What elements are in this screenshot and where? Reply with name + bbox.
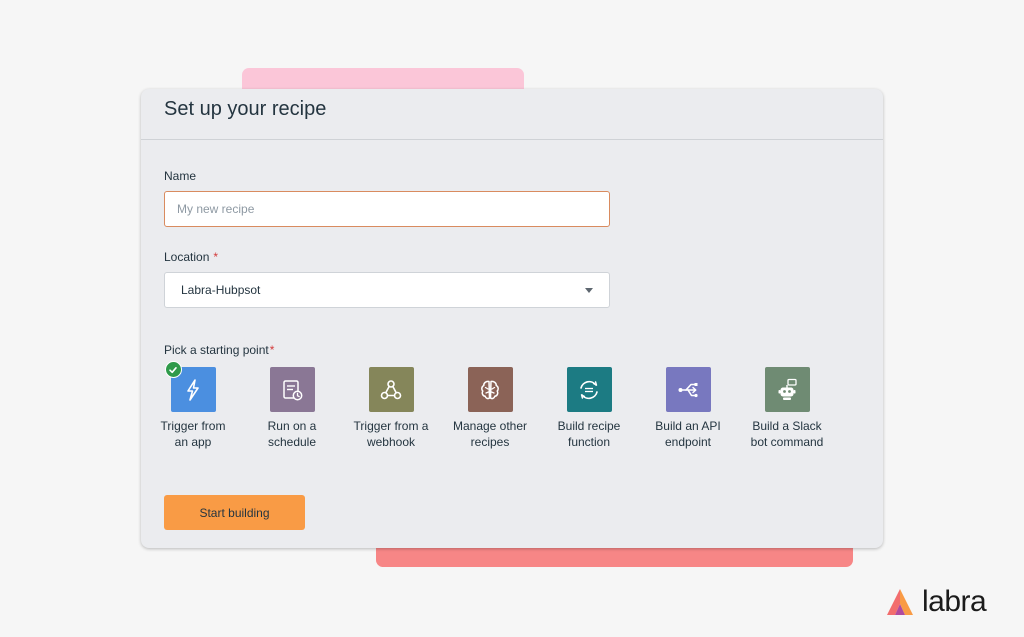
option-label-build-api-endpoint: Build an API endpoint [655,419,721,449]
labra-logo: labra [884,585,987,618]
tile-build-recipe-function [566,367,612,412]
function-cycle-icon [580,380,598,399]
tile-manage-other-recipes [467,367,513,412]
caret-down-icon [585,287,593,293]
option-label-manage-other-recipes: Manage other recipes [452,419,528,449]
option-build-recipe-function[interactable]: Build recipe function [549,367,629,450]
tile-trigger-from-webhook [368,367,414,412]
location-required-mark: * [213,250,219,264]
starting-point-required-mark: * [269,343,275,357]
starting-point-options: Trigger from an app Run on a schedule Tr… [151,361,851,467]
recipe-setup-card: Set up your recipe Name Location* Labra-… [141,89,883,548]
option-build-slack-bot-command[interactable]: Build a Slack bot command [747,367,827,450]
option-manage-other-recipes[interactable]: Manage other recipes [450,367,530,450]
start-building-button[interactable]: Start building [164,495,305,530]
option-label-run-on-schedule: Run on a schedule [267,419,317,449]
name-label-text: Name [164,169,197,183]
robot-icon [778,378,797,400]
option-label-build-recipe-function: Build recipe function [557,419,621,449]
location-label: Location * [164,250,218,264]
tile-build-api-endpoint [665,367,711,412]
tile-trigger-from-app [164,361,216,412]
brain-icon [481,380,499,399]
option-build-api-endpoint[interactable]: Build an API endpoint [648,367,728,450]
tile-run-on-schedule [269,367,315,412]
calendar-clock-icon [283,379,303,400]
name-label: Name [164,169,196,183]
labra-logo-icon [887,589,913,615]
lightning-bolt-icon [187,378,199,401]
location-select[interactable]: Labra-Hubpsot [164,272,610,308]
option-label-build-slack-bot-command: Build a Slack bot command [750,419,824,449]
webhook-icon [380,379,402,399]
selected-check-icon [164,361,182,378]
option-trigger-from-app[interactable]: Trigger from an app [153,361,233,450]
option-run-on-schedule[interactable]: Run on a schedule [252,367,332,450]
api-branch-icon [678,382,698,397]
tile-build-slack-bot-command [764,367,810,412]
page-title: Set up your recipe [164,98,327,120]
location-label-text: Location [164,250,210,264]
header-divider [141,139,883,140]
option-label-trigger-from-app: Trigger from an app [160,419,226,449]
option-trigger-from-webhook[interactable]: Trigger from a webhook [351,367,431,450]
recipe-name-input[interactable] [164,191,610,227]
brand-name: labra [922,585,987,618]
starting-point-label: Pick a starting point* [164,343,274,357]
option-label-trigger-from-webhook: Trigger from a webhook [353,419,429,449]
location-selected-value: Labra-Hubpsot [181,283,261,297]
starting-point-label-text: Pick a starting point [164,343,269,357]
